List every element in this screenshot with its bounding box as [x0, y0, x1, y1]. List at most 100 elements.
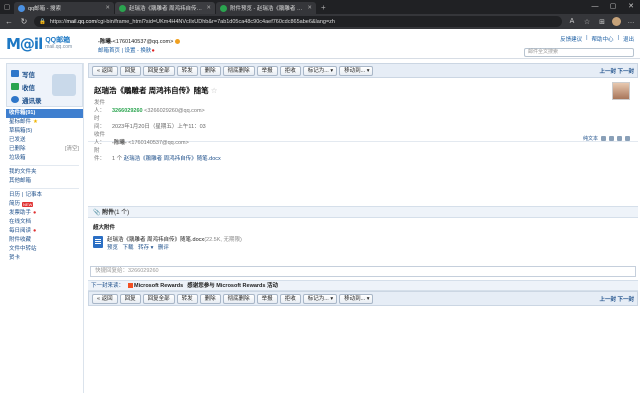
browser-tab[interactable]: 附件预览 - 赵瑞浩《鵰雕者 周鸿祎 ✕: [216, 2, 316, 14]
back-icon[interactable]: ←: [4, 17, 14, 26]
tab-close-icon[interactable]: ✕: [307, 5, 312, 11]
reply-all-button[interactable]: 回复全部: [142, 65, 175, 76]
plain-text-link[interactable]: 纯文本: [583, 135, 598, 142]
attachment-file-name[interactable]: 赵瑞浩《鵰雕者 周鸿祎自传》随笔.docx: [107, 237, 204, 243]
time-label: 时 间：: [94, 116, 106, 130]
forward-button[interactable]: 转发: [176, 293, 198, 304]
home-link[interactable]: 邮箱首页: [98, 48, 120, 54]
lock-icon: 🔒: [39, 18, 46, 25]
next-mail-sender[interactable]: Microsoft Rewards: [128, 281, 183, 290]
close-window-icon[interactable]: ✕: [622, 0, 640, 14]
delete-permanently-button[interactable]: 彻底删除: [222, 293, 255, 304]
write-label: 写信: [22, 71, 35, 79]
read-aloud-icon[interactable]: A: [567, 18, 577, 25]
divider: [10, 165, 79, 166]
reply-button[interactable]: 回复: [119, 293, 141, 304]
folder-inbox[interactable]: 收件箱(91): [6, 109, 83, 118]
refresh-icon[interactable]: ↻: [19, 17, 29, 26]
reply-all-button[interactable]: 回复全部: [142, 293, 175, 304]
window-menu-icon[interactable]: ▢: [0, 0, 14, 14]
attachment-count-label: (1 个): [114, 210, 130, 216]
mail-header-tools: 纯文本: [583, 135, 630, 142]
mail-pager[interactable]: 上一封 下一封: [599, 67, 634, 75]
reply-button[interactable]: 回复: [119, 65, 141, 76]
app-online-docs[interactable]: 在线文档: [6, 218, 83, 227]
maximize-icon[interactable]: ▢: [604, 0, 622, 14]
delete-button[interactable]: 删除: [199, 65, 221, 76]
notepad-link[interactable]: 记事本: [25, 191, 42, 200]
expand-icon[interactable]: [617, 136, 622, 141]
feedback-link[interactable]: 反馈建议: [560, 35, 582, 43]
sidebar-actions: 写信 收信 通讯录: [6, 63, 83, 107]
tab-close-icon[interactable]: ✕: [105, 5, 110, 11]
sender-name[interactable]: 3266029260: [112, 108, 143, 114]
move-to-dropdown[interactable]: 移动到... ▾: [339, 65, 374, 76]
mark-as-dropdown[interactable]: 标记为... ▾: [302, 293, 338, 304]
mark-as-dropdown[interactable]: 标记为... ▾: [302, 65, 338, 76]
quick-reply-input[interactable]: 快捷回复给：3266029260: [90, 266, 636, 277]
tab-favicon-icon: [18, 4, 25, 12]
help-link[interactable]: 帮助中心: [592, 35, 614, 43]
browser-tab[interactable]: qq邮箱 - 搜索 ✕: [14, 2, 114, 14]
collections-icon[interactable]: ⊞: [597, 18, 607, 26]
recipient-name[interactable]: -陈曦-: [112, 140, 127, 146]
new-window-icon[interactable]: [609, 136, 614, 141]
next-mail-bar: 下一封来读： Microsoft Rewards 感谢您参与 Microsoft…: [88, 280, 638, 291]
calendar-link[interactable]: 日历: [9, 191, 20, 200]
app-attachments[interactable]: 附件收藏: [6, 236, 83, 245]
attachment-link[interactable]: 赵瑞浩《鵰雕者 周鸿祎自传》随笔.docx: [124, 156, 221, 162]
minimize-icon[interactable]: —: [586, 0, 604, 14]
settings-icon[interactable]: [625, 136, 630, 141]
logout-link[interactable]: 退出: [623, 35, 634, 43]
app-resume[interactable]: 简历 NEW: [6, 200, 83, 209]
delete-button[interactable]: 删除: [199, 293, 221, 304]
new-tab-button[interactable]: +: [317, 2, 330, 14]
settings-link[interactable]: 设置: [125, 48, 136, 54]
notification-dot-icon: ●: [33, 210, 37, 216]
app-daily-read[interactable]: 每日阅读 ●: [6, 227, 83, 236]
qqmail-logo[interactable]: M@il QQ邮箱 mail.qq.com: [6, 35, 72, 53]
report-button[interactable]: 举报: [256, 293, 278, 304]
folder-list: 收件箱(91) 星标邮件 ★ 草稿箱(5) 已发送 已删除 [清空] 垃圾箱 我的文…: [6, 109, 83, 263]
search-input[interactable]: 邮件全文搜索: [524, 48, 634, 57]
browser-tab-active[interactable]: 赵瑞浩《鵰雕者 周鸿祎自传》随 ✕: [115, 2, 215, 14]
app-invoice[interactable]: 发票助手 ●: [6, 209, 83, 218]
save-to-dropdown[interactable]: 转存 ▾: [138, 245, 153, 251]
favorites-star-icon[interactable]: ☆: [582, 18, 592, 26]
mail-pager[interactable]: 上一封 下一封: [599, 295, 634, 303]
next-mail-subject[interactable]: 感谢您参与 Microsoft Rewards 活动: [187, 281, 278, 290]
more-menu-icon[interactable]: …: [626, 18, 636, 25]
folder-drafts[interactable]: 草稿箱(5): [6, 127, 83, 136]
download-link[interactable]: 下载: [123, 245, 134, 251]
forward-button[interactable]: 转发: [176, 65, 198, 76]
to-label: 收件人：: [94, 132, 106, 146]
folder-sent[interactable]: 已发送: [6, 136, 83, 145]
app-file-transfer[interactable]: 文件中转站: [6, 245, 83, 254]
back-button[interactable]: « 返回: [92, 65, 118, 76]
mail-subject: 赵瑞浩《鵰雕者 周鸿祎自传》随笔 ☆: [94, 85, 632, 96]
empty-trash-link[interactable]: [清空]: [65, 145, 83, 154]
app-cards[interactable]: 贺卡: [6, 254, 83, 263]
folder-deleted[interactable]: 已删除 [清空]: [6, 145, 83, 154]
reject-button[interactable]: 拒收: [279, 65, 301, 76]
comment-link[interactable]: 删评: [158, 245, 169, 251]
preview-link[interactable]: 预览: [107, 245, 118, 251]
other-mailboxes[interactable]: 其他邮箱: [6, 177, 83, 186]
delete-permanently-button[interactable]: 彻底删除: [222, 65, 255, 76]
flag-icon[interactable]: ☆: [211, 86, 218, 95]
folder-spam[interactable]: 垃圾箱: [6, 154, 83, 163]
profile-avatar[interactable]: [612, 17, 621, 26]
my-folders[interactable]: 我的文件夹: [6, 168, 83, 177]
reject-button[interactable]: 拒收: [279, 293, 301, 304]
report-button[interactable]: 举报: [256, 65, 278, 76]
skin-link[interactable]: 换肤: [140, 48, 151, 54]
address-bar[interactable]: 🔒 https://mail.qq.com/cgi-bin/frame_html…: [34, 16, 562, 27]
folder-starred[interactable]: 星标邮件 ★: [6, 118, 83, 127]
back-button[interactable]: « 返回: [92, 293, 118, 304]
logo-mark: M@il: [6, 35, 43, 53]
move-to-dropdown[interactable]: 移动到... ▾: [339, 293, 374, 304]
tab-close-icon[interactable]: ✕: [206, 5, 211, 11]
print-icon[interactable]: [601, 136, 606, 141]
my-folders-label: 我的文件夹: [9, 169, 37, 175]
attachment-title: 附件: [102, 210, 115, 216]
